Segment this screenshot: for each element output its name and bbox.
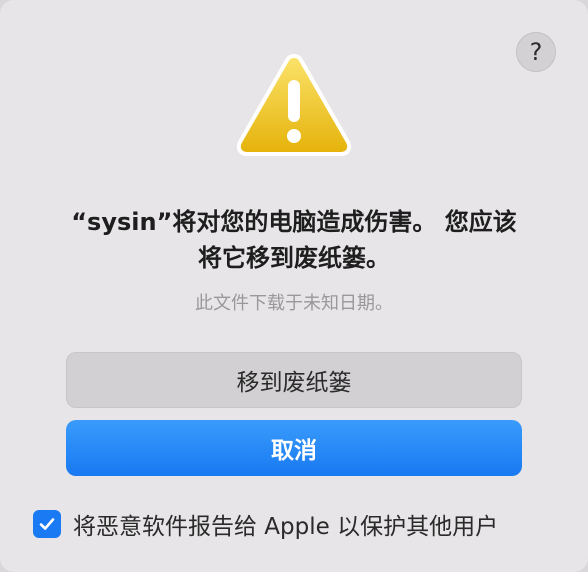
- cancel-button[interactable]: 取消: [66, 420, 522, 476]
- report-checkbox[interactable]: [33, 510, 61, 538]
- report-malware-option[interactable]: 将恶意软件报告给 Apple 以保护其他用户: [33, 507, 498, 541]
- dialog-title: “sysin”将对您的电脑造成伤害。 您应该 将它移到废纸篓。: [40, 204, 548, 276]
- checkmark-icon: [39, 518, 55, 530]
- title-line-2: 将它移到废纸篓。: [198, 244, 390, 272]
- help-button[interactable]: ?: [516, 32, 556, 72]
- download-date-note: 此文件下载于未知日期。: [195, 293, 393, 314]
- malware-warning-dialog: ? “sysin”将对您的电脑造成伤害。 您应该 将它移到废纸篓。 此文件下载于…: [0, 0, 588, 572]
- move-to-trash-button[interactable]: 移到废纸篓: [66, 352, 522, 408]
- report-label: 将恶意软件报告给 Apple 以保护其他用户: [73, 514, 499, 540]
- title-line-1: “sysin”将对您的电脑造成伤害。 您应该: [71, 208, 517, 236]
- warning-triangle-icon: [236, 54, 352, 156]
